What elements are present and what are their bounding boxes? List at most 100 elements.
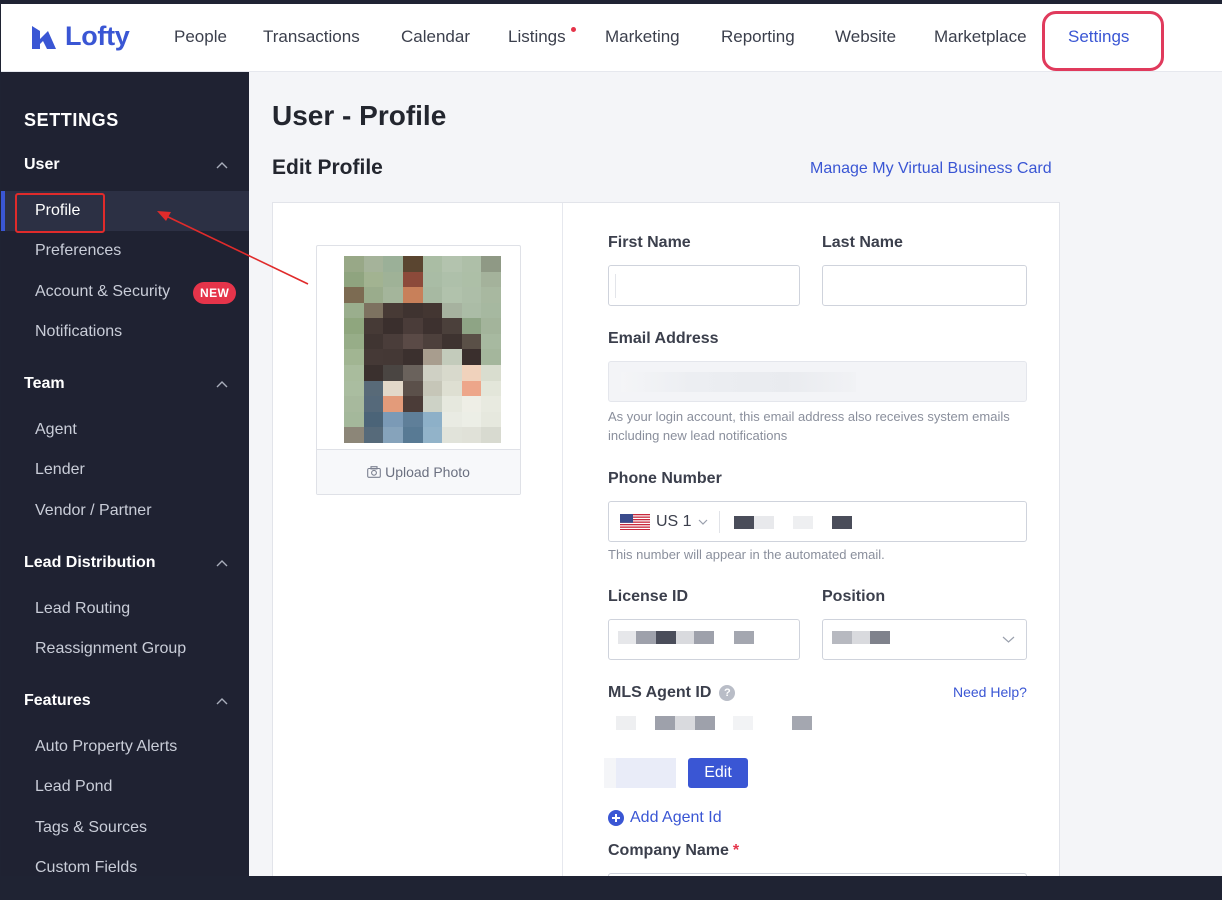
photo-pixel: [383, 396, 403, 412]
nav-calendar[interactable]: Calendar: [401, 27, 470, 47]
sidebar-item-lead-pond[interactable]: Lead Pond: [1, 767, 249, 807]
sidebar-group-team[interactable]: Team: [24, 375, 65, 393]
redacted-mls-id: [733, 716, 753, 730]
photo-pixel: [481, 396, 501, 412]
mls-agent-id-label: MLS Agent ID?: [608, 684, 736, 702]
brand-logo[interactable]: Lofty: [29, 21, 130, 52]
photo-pixel: [383, 302, 403, 319]
company-name-label: Company Name *: [608, 842, 739, 860]
sidebar-item-preferences[interactable]: Preferences: [1, 231, 249, 271]
redacted-phone: [734, 516, 754, 529]
photo-pixel: [402, 271, 423, 288]
nav-marketing[interactable]: Marketing: [605, 27, 680, 47]
photo-pixel: [481, 365, 501, 381]
section-title: Edit Profile: [272, 156, 383, 179]
nav-reporting[interactable]: Reporting: [721, 27, 795, 47]
sidebar-item-auto-property-alerts[interactable]: Auto Property Alerts: [1, 727, 249, 767]
photo-pixel: [402, 365, 423, 381]
manage-business-card-link[interactable]: Manage My Virtual Business Card: [810, 160, 1052, 178]
photo-pixel: [344, 380, 364, 397]
chevron-up-icon[interactable]: [216, 160, 228, 172]
sidebar-group-features[interactable]: Features: [24, 692, 91, 710]
photo-pixel: [461, 349, 482, 366]
country-code-select[interactable]: US 1: [609, 502, 719, 541]
nav-website[interactable]: Website: [835, 27, 896, 47]
photo-pixel: [442, 380, 462, 397]
redacted-mls-id: [675, 716, 695, 730]
redacted-mls-id: [655, 716, 675, 730]
phone-label: Phone Number: [608, 470, 722, 487]
photo-pixel: [383, 380, 403, 397]
add-agent-id-button[interactable]: Add Agent Id: [608, 809, 722, 827]
sidebar-item-custom-fields[interactable]: Custom Fields: [1, 848, 249, 876]
photo-pixel: [402, 302, 423, 319]
photo-pixel: [402, 318, 423, 334]
help-question-icon[interactable]: ?: [719, 685, 736, 701]
photo-pixel: [422, 271, 443, 288]
photo-pixel: [481, 411, 501, 428]
photo-pixel: [383, 411, 403, 428]
photo-pixel: [442, 302, 462, 319]
first-name-input[interactable]: [608, 265, 800, 306]
redacted-position: [870, 631, 890, 644]
redacted-mls-field: [604, 758, 616, 788]
redacted-phone: [793, 516, 813, 529]
photo-pixel: [461, 287, 482, 303]
sidebar-group-user[interactable]: User: [24, 156, 60, 174]
license-id-input[interactable]: [608, 619, 800, 660]
redacted-position: [832, 631, 852, 644]
position-select[interactable]: [822, 619, 1027, 660]
company-name-input[interactable]: [608, 873, 1027, 876]
photo-pixel: [422, 396, 443, 412]
nav-marketplace[interactable]: Marketplace: [934, 27, 1027, 47]
edit-mls-button[interactable]: Edit: [688, 758, 748, 788]
nav-listings[interactable]: Listings: [508, 27, 566, 47]
sidebar-item-account-security[interactable]: Account & Security NEW: [1, 272, 249, 312]
sidebar-item-label: Account & Security: [35, 283, 171, 300]
last-name-input[interactable]: [822, 265, 1027, 306]
photo-pixel: [442, 256, 462, 272]
photo-pixel: [363, 411, 384, 428]
sidebar-item-tags-sources[interactable]: Tags & Sources: [1, 808, 249, 848]
photo-pixel: [461, 318, 482, 334]
sidebar-group-lead-distribution[interactable]: Lead Distribution: [24, 554, 156, 572]
photo-pixel: [383, 256, 403, 272]
photo-pixel: [363, 349, 384, 366]
redacted-mls-field: [616, 758, 676, 788]
chevron-up-icon[interactable]: [216, 379, 228, 391]
camera-icon: [367, 466, 381, 478]
sidebar-item-reassignment-group[interactable]: Reassignment Group: [1, 629, 249, 669]
profile-highlight-annotation: [15, 193, 105, 233]
upload-photo-button[interactable]: Upload Photo: [317, 449, 520, 494]
profile-photo[interactable]: [344, 256, 501, 443]
photo-pixel: [422, 380, 443, 397]
sidebar-item-agent[interactable]: Agent: [1, 410, 249, 450]
brand-name: Lofty: [65, 21, 130, 51]
photo-pixel: [422, 287, 443, 303]
photo-pixel: [422, 427, 443, 443]
need-help-link[interactable]: Need Help?: [953, 684, 1027, 700]
photo-pixel: [402, 256, 423, 272]
photo-pixel: [442, 333, 462, 350]
photo-pixel: [422, 365, 443, 381]
photo-pixel: [481, 333, 501, 350]
nav-people[interactable]: People: [174, 27, 227, 47]
chevron-up-icon[interactable]: [216, 558, 228, 570]
license-id-label: License ID: [608, 588, 689, 605]
sidebar-item-lender[interactable]: Lender: [1, 450, 249, 490]
sidebar-item-vendor-partner[interactable]: Vendor / Partner: [1, 491, 249, 531]
photo-pixel: [461, 365, 482, 381]
sidebar-item-lead-routing[interactable]: Lead Routing: [1, 589, 249, 629]
page-title: User - Profile: [272, 100, 447, 131]
email-input[interactable]: [608, 361, 1027, 402]
sidebar-item-notifications[interactable]: Notifications: [1, 312, 249, 352]
photo-pixel: [461, 271, 482, 288]
nav-transactions[interactable]: Transactions: [263, 27, 360, 47]
photo-pixel: [344, 318, 364, 334]
photo-pixel: [344, 287, 364, 303]
phone-input[interactable]: US 1: [608, 501, 1027, 542]
photo-pixel: [481, 271, 501, 288]
photo-pixel: [363, 302, 384, 319]
redacted-email: [621, 372, 856, 392]
chevron-up-icon[interactable]: [216, 696, 228, 708]
